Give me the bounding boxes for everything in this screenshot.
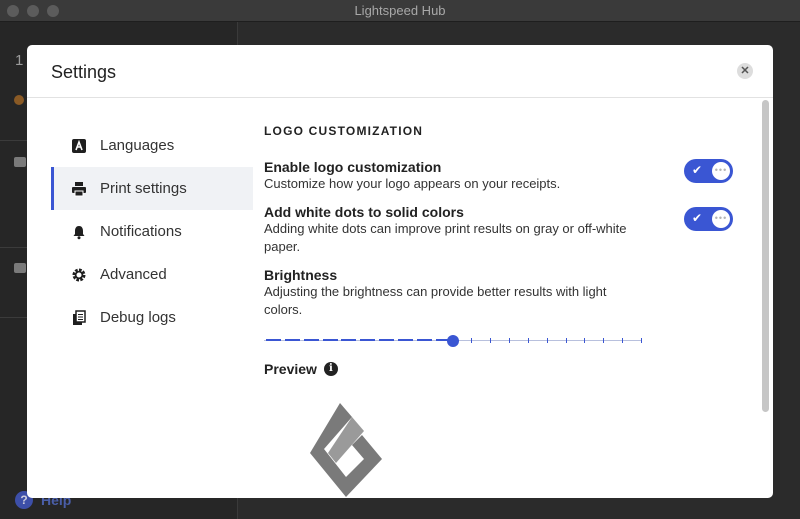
slider-filled-segment bbox=[417, 339, 432, 341]
modal-header: Settings ✕ bbox=[27, 45, 773, 98]
nav-item-debug-logs[interactable]: Debug logs bbox=[51, 296, 253, 339]
enable-logo-toggle[interactable]: ✔ ••• bbox=[684, 159, 733, 183]
brightness-slider[interactable] bbox=[264, 334, 642, 348]
setting-description: Adding white dots can improve print resu… bbox=[264, 221, 627, 254]
print-settings-panel: LOGO CUSTOMIZATION Enable logo customiza… bbox=[264, 124, 734, 319]
preview-label: Preview bbox=[264, 361, 317, 377]
modal-scrollbar[interactable] bbox=[762, 100, 769, 412]
setting-description: Customize how your logo appears on your … bbox=[264, 176, 561, 191]
nav-item-label: Notifications bbox=[100, 223, 182, 240]
white-dots-setting: Add white dots to solid colors Adding wh… bbox=[264, 204, 734, 256]
setting-title: Add white dots to solid colors bbox=[264, 204, 464, 220]
slider-filled-segment bbox=[304, 339, 319, 341]
check-icon: ✔ bbox=[692, 163, 703, 177]
setting-title: Brightness bbox=[264, 267, 338, 283]
title-bar: Lightspeed Hub bbox=[0, 0, 800, 22]
languages-icon bbox=[71, 138, 87, 154]
slider-filled-segment bbox=[285, 339, 300, 341]
nav-item-print-settings[interactable]: Print settings bbox=[51, 167, 253, 210]
slider-filled-segment bbox=[360, 339, 375, 341]
printer-icon bbox=[71, 181, 87, 197]
slider-tick bbox=[528, 338, 529, 343]
nav-item-advanced[interactable]: Advanced bbox=[51, 253, 253, 296]
bell-icon bbox=[71, 224, 87, 240]
nav-item-label: Languages bbox=[100, 137, 175, 154]
slider-filled-segment bbox=[379, 339, 394, 341]
nav-item-label: Debug logs bbox=[100, 309, 176, 326]
check-icon: ✔ bbox=[692, 211, 703, 225]
slider-tick bbox=[641, 338, 642, 343]
toggle-knob: ••• bbox=[712, 162, 730, 180]
background-monitor-icon bbox=[14, 263, 26, 273]
slider-tick bbox=[471, 338, 472, 343]
brightness-setting: Brightness Adjusting the brightness can … bbox=[264, 267, 734, 319]
slider-filled-segment bbox=[341, 339, 356, 341]
section-title: LOGO CUSTOMIZATION bbox=[264, 124, 424, 138]
settings-nav: Languages Print settings Notifications A… bbox=[51, 124, 253, 339]
white-dots-toggle[interactable]: ✔ ••• bbox=[684, 207, 733, 231]
slider-filled-segment bbox=[398, 339, 413, 341]
slider-tick bbox=[603, 338, 604, 343]
background-status-dot bbox=[14, 95, 24, 105]
slider-filled-segment bbox=[323, 339, 338, 341]
slider-filled-segment bbox=[266, 339, 281, 341]
slider-tick bbox=[566, 338, 567, 343]
window-title: Lightspeed Hub bbox=[354, 3, 446, 18]
preview-heading: Preview i bbox=[264, 361, 338, 377]
slider-tick bbox=[547, 338, 548, 343]
background-register-icon bbox=[14, 157, 26, 167]
background-counter: 1 bbox=[15, 52, 24, 69]
slider-tick bbox=[490, 338, 491, 343]
nav-item-languages[interactable]: Languages bbox=[51, 124, 253, 167]
nav-item-label: Print settings bbox=[100, 180, 187, 197]
slider-tick bbox=[509, 338, 510, 343]
nav-item-label: Advanced bbox=[100, 266, 167, 283]
logs-icon bbox=[71, 309, 87, 326]
close-modal-button[interactable]: ✕ bbox=[737, 63, 753, 79]
nav-item-notifications[interactable]: Notifications bbox=[51, 210, 253, 253]
info-icon[interactable]: i bbox=[323, 362, 338, 376]
logo-preview-image bbox=[310, 403, 382, 497]
slider-tick bbox=[622, 338, 623, 343]
gear-icon bbox=[71, 267, 87, 283]
toggle-knob: ••• bbox=[712, 210, 730, 228]
setting-description: Adjusting the brightness can provide bet… bbox=[264, 284, 607, 317]
slider-tick bbox=[584, 338, 585, 343]
slider-thumb[interactable] bbox=[447, 335, 459, 347]
enable-logo-setting: Enable logo customization Customize how … bbox=[264, 159, 734, 193]
settings-modal: Settings ✕ Languages Print settings Noti… bbox=[27, 45, 773, 498]
setting-title: Enable logo customization bbox=[264, 159, 442, 175]
modal-title: Settings bbox=[51, 62, 117, 82]
